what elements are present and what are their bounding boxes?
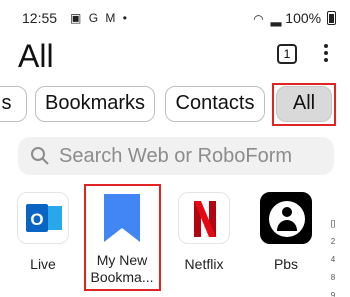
- side-index-item[interactable]: 9: [328, 287, 338, 297]
- tile-label-my-new-bookmark: My New Bookma...: [88, 252, 156, 286]
- image-icon: ▣: [70, 11, 84, 25]
- tab-count-button[interactable]: 1: [277, 44, 297, 64]
- side-index-item[interactable]: 2: [328, 233, 338, 251]
- page-title: All: [18, 38, 54, 74]
- search-icon: [31, 147, 49, 165]
- filter-chip-bookmarks[interactable]: Bookmarks: [35, 86, 155, 122]
- battery-icon: [327, 11, 336, 25]
- tile-label-pbs: Pbs: [273, 256, 299, 272]
- outlook-icon: O: [17, 192, 69, 244]
- status-notification-icons: ▣ G M •: [70, 11, 129, 25]
- status-bar: 12:55 ▣ G M • ◠ ▂ 100%: [0, 8, 350, 28]
- status-right: ◠ ▂ 100%: [253, 10, 336, 27]
- netflix-icon: [178, 192, 230, 244]
- pbs-icon: [260, 192, 312, 244]
- signal-icon: ▂: [270, 10, 282, 26]
- filter-chip-all[interactable]: All: [276, 86, 332, 122]
- status-time: 12:55: [22, 10, 58, 26]
- filter-chip-contacts[interactable]: Contacts: [165, 86, 265, 122]
- tile-label-line2: Bookma...: [90, 269, 154, 285]
- tile-my-new-bookmark[interactable]: My New Bookma...: [88, 192, 156, 292]
- more-options-icon[interactable]: [322, 42, 330, 66]
- battery-level: 100%: [285, 10, 322, 26]
- tile-label-live: Live: [30, 256, 56, 272]
- dot-icon: •: [122, 11, 129, 25]
- gmail-icon: M: [105, 11, 118, 25]
- app-frame: 12:55 ▣ G M • ◠ ▂ 100% All 1 s Bookmarks…: [0, 0, 350, 297]
- bookmark-icon: [96, 192, 148, 244]
- side-index-item[interactable]: 4: [328, 251, 338, 269]
- tile-label-netflix: Netflix: [184, 256, 224, 272]
- side-index-scrollbar[interactable]: [] 2 4 8 9: [328, 215, 338, 297]
- filter-chip-partial[interactable]: s: [0, 86, 27, 122]
- side-index-item[interactable]: []: [328, 215, 338, 233]
- tile-pbs[interactable]: Pbs: [252, 192, 320, 292]
- tile-live[interactable]: O Live: [9, 192, 77, 292]
- svg-text:O: O: [30, 210, 43, 229]
- side-index-item[interactable]: 8: [328, 269, 338, 287]
- wifi-icon: ◠: [253, 12, 264, 26]
- tile-netflix[interactable]: Netflix: [170, 192, 238, 292]
- tile-label-line1: My New: [96, 252, 148, 268]
- search-input[interactable]: Search Web or RoboForm: [18, 137, 334, 175]
- g-icon: G: [88, 11, 101, 25]
- search-placeholder: Search Web or RoboForm: [59, 145, 293, 167]
